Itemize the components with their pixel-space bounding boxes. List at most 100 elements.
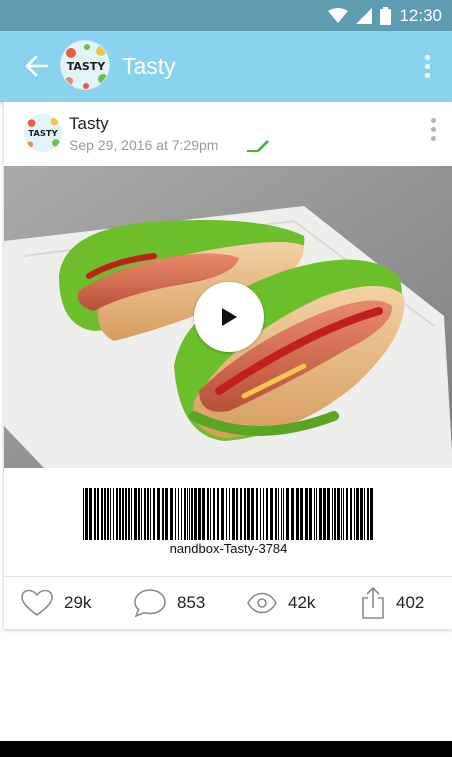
share-button[interactable]: 402 xyxy=(360,577,424,629)
barcode-bar xyxy=(296,488,299,540)
more-dot xyxy=(430,118,436,123)
barcode-bar xyxy=(275,488,277,540)
barcode-bar xyxy=(122,488,124,540)
pencil-icon xyxy=(247,140,269,152)
barcode-bar xyxy=(213,488,215,540)
toolbar-more-button[interactable] xyxy=(420,51,434,81)
barcode-bar xyxy=(240,488,242,540)
like-button[interactable]: 29k xyxy=(20,577,91,629)
barcode-bar xyxy=(198,488,201,540)
post-card: TASTY Tasty Sep 29, 2016 at 7:29pm nandb… xyxy=(3,102,452,629)
barcode-bar xyxy=(89,488,92,540)
post-author-avatar[interactable]: TASTY xyxy=(24,114,62,152)
comments-count: 853 xyxy=(177,593,206,612)
barcode-bar xyxy=(256,488,258,540)
barcode-bar xyxy=(260,488,261,540)
wifi-icon xyxy=(328,7,349,23)
barcode-bar xyxy=(119,488,121,540)
status-icons: 12:30 xyxy=(328,0,442,31)
barcode-bar xyxy=(128,488,130,540)
barcode-bar xyxy=(125,488,127,540)
signal-icon xyxy=(356,7,373,24)
barcode-bar xyxy=(144,488,146,540)
post-date: Sep 29, 2016 at 7:29pm xyxy=(69,137,219,153)
barcode-bar xyxy=(189,488,190,540)
barcode-bar xyxy=(270,488,273,540)
barcode-bar xyxy=(247,488,250,540)
barcode-bar xyxy=(107,488,109,540)
barcode-bar xyxy=(360,488,363,540)
barcode-bar xyxy=(244,488,246,540)
post-avatar-logo-text: TASTY xyxy=(28,128,58,138)
more-dot xyxy=(430,136,436,141)
barcode-bar xyxy=(350,488,352,540)
barcode-bar xyxy=(232,488,235,540)
barcode-bar xyxy=(364,488,365,540)
barcode-bar xyxy=(217,488,219,540)
toolbar: TASTY Tasty xyxy=(0,31,452,102)
barcode-bar xyxy=(251,488,254,540)
shares-count: 402 xyxy=(396,593,425,612)
play-button[interactable] xyxy=(194,282,264,352)
barcode-bar xyxy=(113,488,114,540)
barcode-bar xyxy=(97,488,99,540)
views-indicator: 42k xyxy=(246,577,315,629)
barcode-bar xyxy=(116,488,118,540)
barcode-bar xyxy=(85,488,88,540)
screen: 12:30 TASTY Tasty TASTY Tasty Sep 29, 20… xyxy=(0,0,452,757)
barcode-bar xyxy=(283,488,284,540)
barcode-bar xyxy=(153,488,155,540)
barcode-bar xyxy=(94,488,96,540)
eye-icon xyxy=(247,592,277,614)
post-more-button[interactable] xyxy=(427,118,439,148)
status-time: 12:30 xyxy=(399,5,442,25)
barcode-bar xyxy=(291,488,294,540)
heart-icon xyxy=(21,589,53,616)
barcode-bar xyxy=(370,488,373,540)
barcode-bar xyxy=(236,488,238,540)
arrow-left-icon xyxy=(25,55,49,77)
comment-icon xyxy=(134,589,166,618)
barcode-bar xyxy=(316,488,317,540)
barcode-bar xyxy=(226,488,227,540)
tasty-logo-icon: TASTY xyxy=(61,41,109,89)
barcode-bar xyxy=(181,488,182,540)
barcode-bar xyxy=(194,488,197,540)
system-nav-bar xyxy=(0,741,452,757)
barcode-bar xyxy=(341,488,342,540)
share-icon xyxy=(362,587,384,619)
barcode-bar xyxy=(157,488,160,540)
barcode-bar xyxy=(138,488,140,540)
back-button[interactable] xyxy=(22,51,52,81)
barcode-label: nandbox-Tasty-3784 xyxy=(169,541,288,556)
barcode-bar xyxy=(210,488,211,540)
barcode-bar xyxy=(314,488,315,540)
barcode-bar xyxy=(266,488,268,540)
tasty-logo-icon: TASTY xyxy=(24,114,62,152)
barcode-bar xyxy=(332,488,333,540)
barcode-bar xyxy=(184,488,186,540)
barcode-bar xyxy=(327,488,330,540)
more-dot xyxy=(424,63,430,69)
barcode-bar xyxy=(337,488,340,540)
barcode-bar xyxy=(147,488,149,540)
barcode-bar xyxy=(207,488,209,540)
barcode-bar xyxy=(309,488,312,540)
barcode-section: nandbox-Tasty-3784 xyxy=(4,468,452,576)
barcode-bar xyxy=(334,488,336,540)
barcode-bar xyxy=(229,488,230,540)
barcode-bar xyxy=(134,488,137,540)
barcode-bar xyxy=(141,488,142,540)
comment-button[interactable]: 853 xyxy=(133,577,205,629)
barcode-bar xyxy=(150,488,151,540)
barcode-bar xyxy=(221,488,224,540)
barcode-bar xyxy=(170,488,173,540)
post-author-name[interactable]: Tasty xyxy=(69,114,109,134)
play-icon xyxy=(222,308,237,326)
views-count: 42k xyxy=(288,593,316,612)
barcode-bar xyxy=(162,488,164,540)
barcode-bar xyxy=(286,488,289,540)
channel-avatar[interactable]: TASTY xyxy=(60,40,110,90)
post-video-thumbnail[interactable] xyxy=(4,166,452,468)
barcode-bar xyxy=(263,488,264,540)
